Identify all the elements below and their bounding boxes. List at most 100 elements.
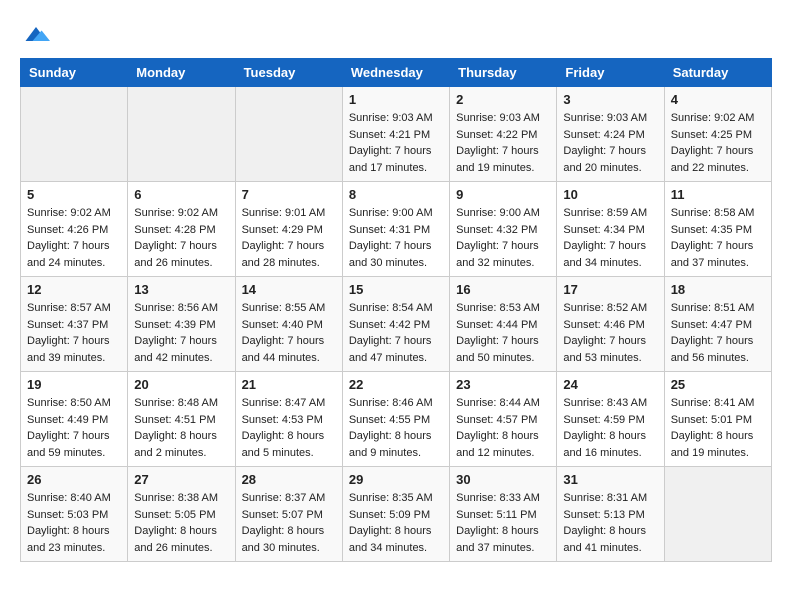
calendar-cell: 4 Sunrise: 9:02 AMSunset: 4:25 PMDayligh… [664, 87, 771, 182]
calendar-cell: 3 Sunrise: 9:03 AMSunset: 4:24 PMDayligh… [557, 87, 664, 182]
calendar-cell [235, 87, 342, 182]
calendar-cell: 13 Sunrise: 8:56 AMSunset: 4:39 PMDaylig… [128, 277, 235, 372]
logo-icon [22, 20, 50, 48]
day-detail: Sunrise: 9:03 AMSunset: 4:24 PMDaylight:… [563, 112, 647, 174]
day-detail: Sunrise: 8:48 AMSunset: 4:51 PMDaylight:… [134, 397, 218, 459]
day-number: 6 [134, 187, 228, 202]
day-number: 30 [456, 472, 550, 487]
calendar-cell: 9 Sunrise: 9:00 AMSunset: 4:32 PMDayligh… [450, 182, 557, 277]
day-detail: Sunrise: 9:02 AMSunset: 4:26 PMDaylight:… [27, 207, 111, 269]
calendar-cell: 22 Sunrise: 8:46 AMSunset: 4:55 PMDaylig… [342, 372, 449, 467]
weekday-header-wednesday: Wednesday [342, 59, 449, 87]
day-detail: Sunrise: 8:40 AMSunset: 5:03 PMDaylight:… [27, 492, 111, 554]
calendar-cell: 18 Sunrise: 8:51 AMSunset: 4:47 PMDaylig… [664, 277, 771, 372]
day-number: 26 [27, 472, 121, 487]
calendar-cell: 14 Sunrise: 8:55 AMSunset: 4:40 PMDaylig… [235, 277, 342, 372]
calendar-cell [664, 467, 771, 562]
day-detail: Sunrise: 8:50 AMSunset: 4:49 PMDaylight:… [27, 397, 111, 459]
week-row-3: 12 Sunrise: 8:57 AMSunset: 4:37 PMDaylig… [21, 277, 772, 372]
day-detail: Sunrise: 9:00 AMSunset: 4:31 PMDaylight:… [349, 207, 433, 269]
day-detail: Sunrise: 8:35 AMSunset: 5:09 PMDaylight:… [349, 492, 433, 554]
day-number: 23 [456, 377, 550, 392]
calendar-cell: 8 Sunrise: 9:00 AMSunset: 4:31 PMDayligh… [342, 182, 449, 277]
calendar-cell [128, 87, 235, 182]
day-number: 8 [349, 187, 443, 202]
day-number: 3 [563, 92, 657, 107]
day-number: 11 [671, 187, 765, 202]
week-row-4: 19 Sunrise: 8:50 AMSunset: 4:49 PMDaylig… [21, 372, 772, 467]
calendar-cell: 20 Sunrise: 8:48 AMSunset: 4:51 PMDaylig… [128, 372, 235, 467]
calendar-table: SundayMondayTuesdayWednesdayThursdayFrid… [20, 58, 772, 562]
day-detail: Sunrise: 9:02 AMSunset: 4:25 PMDaylight:… [671, 112, 755, 174]
day-detail: Sunrise: 8:44 AMSunset: 4:57 PMDaylight:… [456, 397, 540, 459]
day-detail: Sunrise: 8:46 AMSunset: 4:55 PMDaylight:… [349, 397, 433, 459]
day-number: 20 [134, 377, 228, 392]
calendar-cell: 23 Sunrise: 8:44 AMSunset: 4:57 PMDaylig… [450, 372, 557, 467]
day-number: 10 [563, 187, 657, 202]
day-detail: Sunrise: 8:59 AMSunset: 4:34 PMDaylight:… [563, 207, 647, 269]
weekday-header-row: SundayMondayTuesdayWednesdayThursdayFrid… [21, 59, 772, 87]
day-number: 29 [349, 472, 443, 487]
week-row-5: 26 Sunrise: 8:40 AMSunset: 5:03 PMDaylig… [21, 467, 772, 562]
calendar-cell: 28 Sunrise: 8:37 AMSunset: 5:07 PMDaylig… [235, 467, 342, 562]
day-detail: Sunrise: 9:01 AMSunset: 4:29 PMDaylight:… [242, 207, 326, 269]
day-number: 15 [349, 282, 443, 297]
calendar-cell: 27 Sunrise: 8:38 AMSunset: 5:05 PMDaylig… [128, 467, 235, 562]
page-header [20, 20, 772, 48]
day-detail: Sunrise: 8:54 AMSunset: 4:42 PMDaylight:… [349, 302, 433, 364]
week-row-1: 1 Sunrise: 9:03 AMSunset: 4:21 PMDayligh… [21, 87, 772, 182]
calendar-cell: 5 Sunrise: 9:02 AMSunset: 4:26 PMDayligh… [21, 182, 128, 277]
day-detail: Sunrise: 8:37 AMSunset: 5:07 PMDaylight:… [242, 492, 326, 554]
calendar-cell: 16 Sunrise: 8:53 AMSunset: 4:44 PMDaylig… [450, 277, 557, 372]
day-detail: Sunrise: 9:00 AMSunset: 4:32 PMDaylight:… [456, 207, 540, 269]
day-number: 14 [242, 282, 336, 297]
calendar-cell: 11 Sunrise: 8:58 AMSunset: 4:35 PMDaylig… [664, 182, 771, 277]
day-number: 12 [27, 282, 121, 297]
calendar-cell: 12 Sunrise: 8:57 AMSunset: 4:37 PMDaylig… [21, 277, 128, 372]
day-detail: Sunrise: 8:58 AMSunset: 4:35 PMDaylight:… [671, 207, 755, 269]
weekday-header-tuesday: Tuesday [235, 59, 342, 87]
day-detail: Sunrise: 8:57 AMSunset: 4:37 PMDaylight:… [27, 302, 111, 364]
calendar-cell: 6 Sunrise: 9:02 AMSunset: 4:28 PMDayligh… [128, 182, 235, 277]
weekday-header-sunday: Sunday [21, 59, 128, 87]
calendar-cell: 24 Sunrise: 8:43 AMSunset: 4:59 PMDaylig… [557, 372, 664, 467]
day-number: 16 [456, 282, 550, 297]
day-detail: Sunrise: 8:52 AMSunset: 4:46 PMDaylight:… [563, 302, 647, 364]
day-detail: Sunrise: 8:33 AMSunset: 5:11 PMDaylight:… [456, 492, 540, 554]
day-number: 22 [349, 377, 443, 392]
logo [20, 20, 50, 48]
weekday-header-thursday: Thursday [450, 59, 557, 87]
weekday-header-friday: Friday [557, 59, 664, 87]
day-number: 7 [242, 187, 336, 202]
day-detail: Sunrise: 8:41 AMSunset: 5:01 PMDaylight:… [671, 397, 755, 459]
day-detail: Sunrise: 8:31 AMSunset: 5:13 PMDaylight:… [563, 492, 647, 554]
calendar-cell: 10 Sunrise: 8:59 AMSunset: 4:34 PMDaylig… [557, 182, 664, 277]
day-number: 21 [242, 377, 336, 392]
day-detail: Sunrise: 9:03 AMSunset: 4:22 PMDaylight:… [456, 112, 540, 174]
day-detail: Sunrise: 9:03 AMSunset: 4:21 PMDaylight:… [349, 112, 433, 174]
calendar-cell: 26 Sunrise: 8:40 AMSunset: 5:03 PMDaylig… [21, 467, 128, 562]
calendar-cell [21, 87, 128, 182]
calendar-cell: 31 Sunrise: 8:31 AMSunset: 5:13 PMDaylig… [557, 467, 664, 562]
calendar-cell: 2 Sunrise: 9:03 AMSunset: 4:22 PMDayligh… [450, 87, 557, 182]
day-number: 13 [134, 282, 228, 297]
day-number: 24 [563, 377, 657, 392]
day-detail: Sunrise: 8:56 AMSunset: 4:39 PMDaylight:… [134, 302, 218, 364]
day-number: 31 [563, 472, 657, 487]
day-detail: Sunrise: 8:55 AMSunset: 4:40 PMDaylight:… [242, 302, 326, 364]
day-number: 18 [671, 282, 765, 297]
day-detail: Sunrise: 8:51 AMSunset: 4:47 PMDaylight:… [671, 302, 755, 364]
day-number: 17 [563, 282, 657, 297]
day-detail: Sunrise: 8:43 AMSunset: 4:59 PMDaylight:… [563, 397, 647, 459]
day-number: 25 [671, 377, 765, 392]
day-number: 4 [671, 92, 765, 107]
calendar-cell: 29 Sunrise: 8:35 AMSunset: 5:09 PMDaylig… [342, 467, 449, 562]
calendar-cell: 17 Sunrise: 8:52 AMSunset: 4:46 PMDaylig… [557, 277, 664, 372]
day-number: 19 [27, 377, 121, 392]
day-number: 5 [27, 187, 121, 202]
weekday-header-monday: Monday [128, 59, 235, 87]
day-number: 1 [349, 92, 443, 107]
day-detail: Sunrise: 8:53 AMSunset: 4:44 PMDaylight:… [456, 302, 540, 364]
day-number: 27 [134, 472, 228, 487]
day-detail: Sunrise: 9:02 AMSunset: 4:28 PMDaylight:… [134, 207, 218, 269]
